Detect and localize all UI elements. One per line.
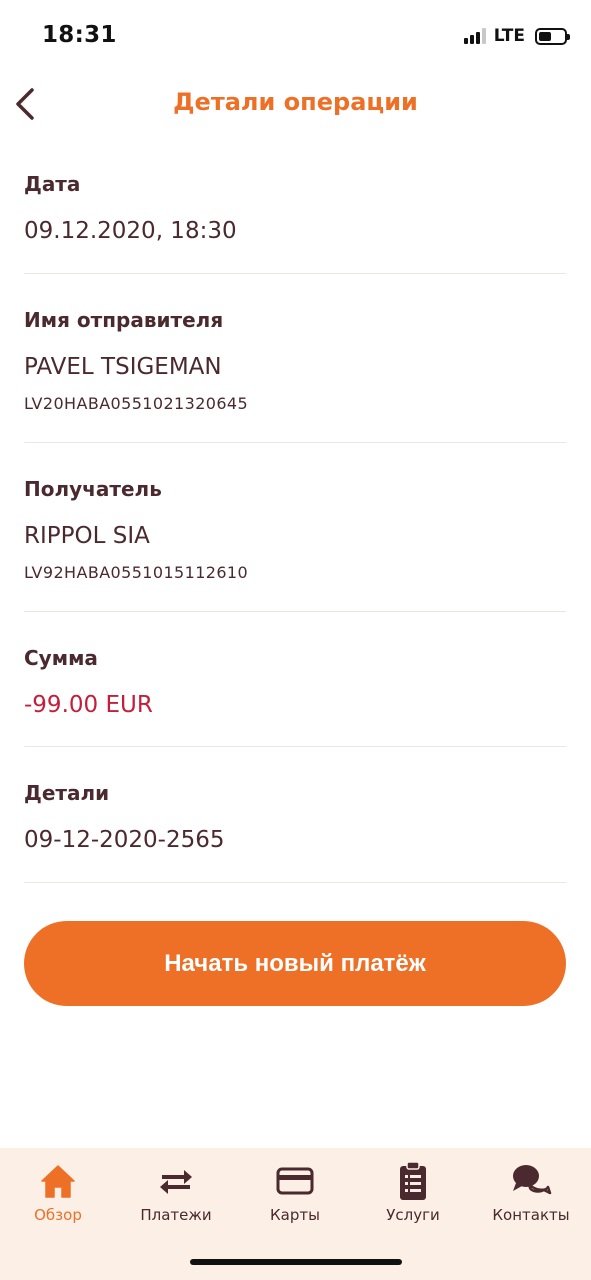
tab-cards-label: Карты — [270, 1206, 320, 1224]
status-time: 18:31 — [42, 22, 117, 48]
new-payment-button[interactable]: Начать новый платёж — [24, 921, 566, 1006]
clipboard-icon — [400, 1161, 426, 1200]
home-indicator[interactable] — [190, 1259, 402, 1265]
recipient-account: LV92HABA0551015112610 — [24, 563, 249, 582]
tab-contacts-label: Контакты — [492, 1206, 570, 1224]
recipient-section: Получатель RIPPOL SIA LV92HABA0551015112… — [24, 443, 566, 612]
cellular-signal-icon — [463, 28, 486, 44]
status-indicators: LTE — [463, 26, 570, 46]
date-section: Дата 09.12.2020, 18:30 — [24, 138, 566, 274]
reference-label: Детали — [24, 781, 110, 805]
amount-label: Сумма — [24, 646, 98, 670]
tab-payments[interactable]: Платежи — [121, 1160, 231, 1230]
status-bar: 18:31 LTE — [0, 0, 591, 72]
card-icon — [276, 1167, 314, 1195]
nav-header: Детали операции — [0, 72, 591, 138]
page-title: Детали операции — [173, 88, 418, 116]
sender-name: PAVEL TSIGEMAN — [24, 354, 222, 380]
tab-overview[interactable]: Обзор — [3, 1160, 113, 1230]
date-value: 09.12.2020, 18:30 — [24, 218, 237, 244]
recipient-name: RIPPOL SIA — [24, 523, 150, 549]
amount-value: -99.00 EUR — [24, 692, 153, 718]
tab-cards[interactable]: Карты — [240, 1160, 350, 1230]
tab-contacts[interactable]: Контакты — [476, 1160, 586, 1230]
tab-payments-label: Платежи — [140, 1206, 212, 1224]
tab-services-label: Услуги — [386, 1206, 440, 1224]
tab-services[interactable]: Услуги — [358, 1160, 468, 1230]
amount-section: Сумма -99.00 EUR — [24, 612, 566, 747]
sender-account: LV20HABA0551021320645 — [24, 394, 249, 413]
chat-bubbles-icon — [513, 1165, 552, 1195]
recipient-label: Получатель — [24, 477, 162, 501]
battery-icon — [535, 27, 570, 45]
reference-section: Детали 09-12-2020-2565 — [24, 747, 566, 883]
date-label: Дата — [24, 172, 81, 196]
tab-overview-label: Обзор — [34, 1206, 82, 1224]
network-type: LTE — [493, 26, 525, 46]
sender-section: Имя отправителя PAVEL TSIGEMAN LV20HABA0… — [24, 274, 566, 443]
home-icon — [41, 1165, 75, 1198]
sender-label: Имя отправителя — [24, 308, 224, 332]
reference-value: 09-12-2020-2565 — [24, 827, 225, 853]
transfer-arrows-icon — [160, 1170, 192, 1194]
